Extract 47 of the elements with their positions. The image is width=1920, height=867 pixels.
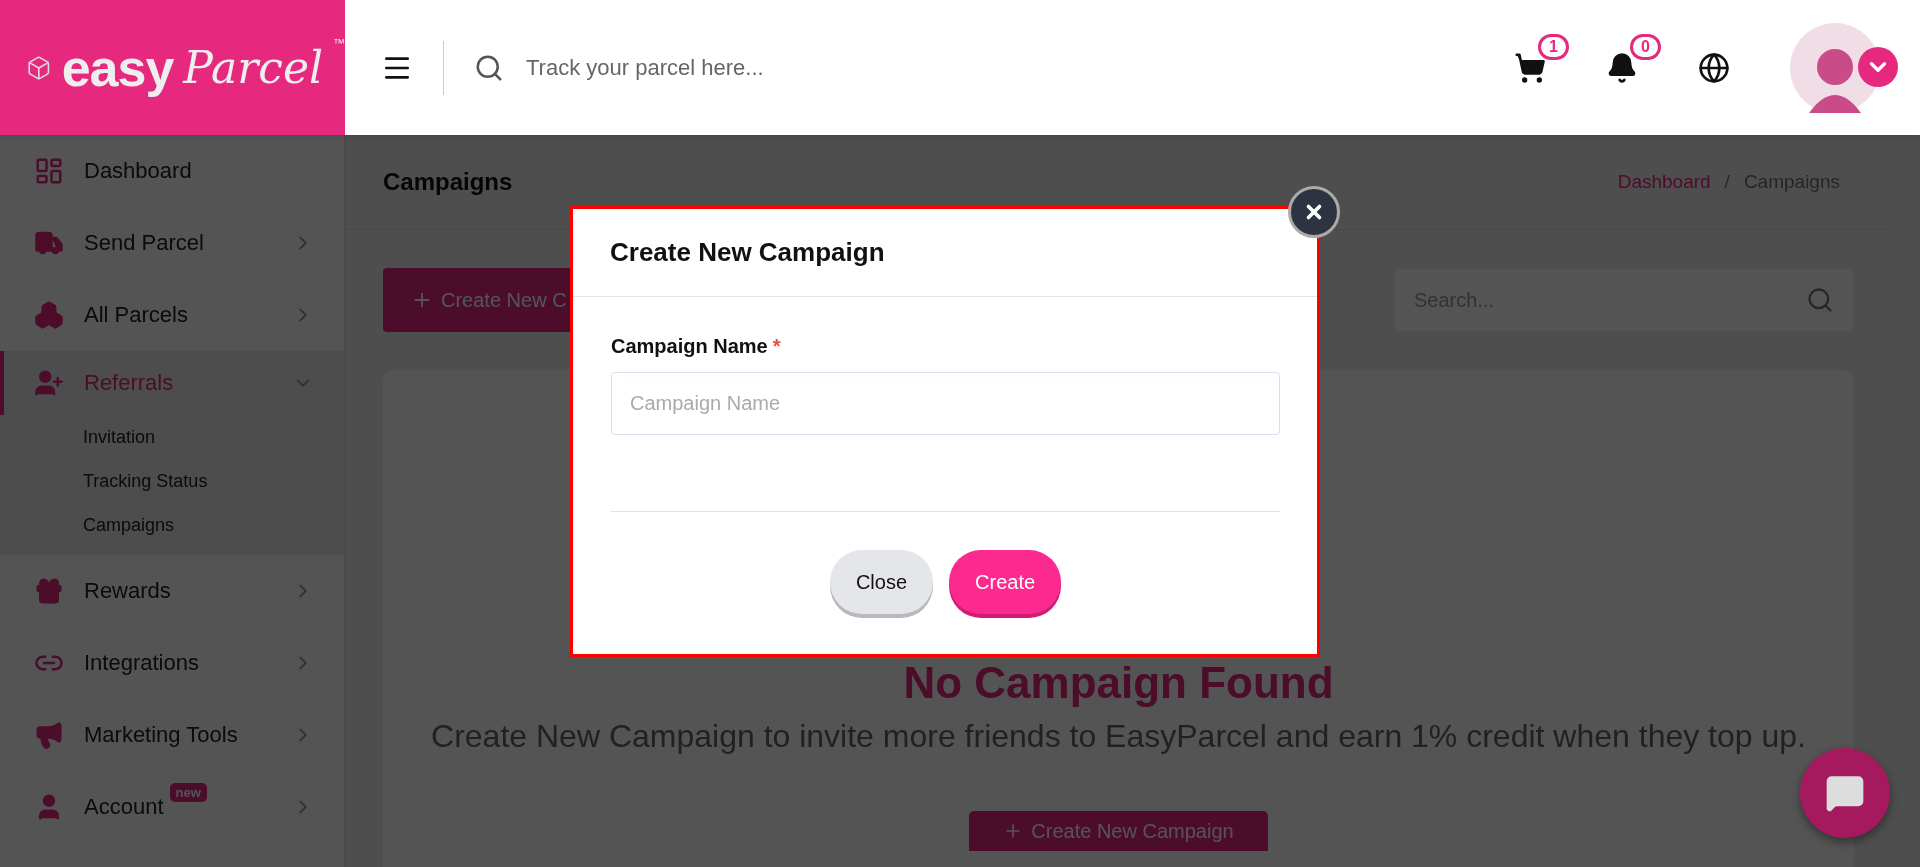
sidebar-label: Marketing Tools: [84, 722, 238, 748]
required-mark: *: [772, 335, 781, 358]
track-parcel-field[interactable]: Track your parcel here...: [524, 53, 1124, 82]
page-title: Campaigns: [383, 168, 513, 196]
boxes-icon: [34, 300, 64, 330]
sidebar-subitem[interactable]: Campaigns: [0, 503, 344, 547]
search-icon: [1806, 286, 1834, 314]
sidebar-label: Integrations: [84, 650, 199, 676]
gift-icon: [34, 576, 64, 606]
sidebar-item[interactable]: Dashboard: [0, 135, 344, 207]
language-button[interactable]: [1698, 51, 1730, 84]
field-label: Campaign Name: [611, 335, 768, 358]
trademark-mark: ™: [333, 36, 345, 50]
empty-state-title: No Campaign Found: [903, 658, 1334, 708]
user-plus-icon: [34, 368, 64, 398]
profile-menu-button[interactable]: [1858, 46, 1898, 87]
modal-title: Create New Campaign: [610, 237, 885, 268]
cart-button[interactable]: [1514, 51, 1546, 84]
sidebar-item[interactable]: Marketing Tools: [0, 699, 344, 771]
campaign-name-field[interactable]: Campaign Name: [611, 372, 1280, 435]
megaphone-icon: [34, 720, 64, 750]
notification-count: 0: [1630, 33, 1661, 60]
sidebar-label: Dashboard: [84, 158, 192, 184]
sidebar-item[interactable]: Rewards: [0, 555, 344, 627]
sidebar-label: Rewards: [84, 578, 171, 604]
sidebar-item[interactable]: Send Parcel: [0, 207, 344, 279]
sidebar-item[interactable]: Account new: [0, 771, 344, 843]
sidebar-label: All Parcels: [84, 302, 188, 328]
breadcrumb-item[interactable]: Dashboard: [1617, 171, 1711, 193]
breadcrumb-separator: /: [1724, 171, 1730, 193]
logo-text: easy: [61, 37, 174, 98]
new-badge: new: [169, 783, 207, 802]
sidebar-item[interactable]: All Parcels: [0, 279, 344, 351]
notifications-button[interactable]: [1606, 51, 1638, 84]
sidebar-label: Account: [84, 794, 164, 820]
create-campaign-button[interactable]: Create New Campaign: [969, 811, 1268, 851]
sidebar-subitem[interactable]: Invitation: [0, 415, 344, 459]
sidebar-subitem[interactable]: Tracking Status: [0, 459, 344, 503]
sidebar-label: Send Parcel: [84, 230, 204, 256]
sidebar-item[interactable]: Referrals: [0, 351, 344, 415]
sidebar-item[interactable]: Integrations: [0, 627, 344, 699]
chat-icon: [1825, 773, 1865, 813]
sidebar-label: Referrals: [84, 370, 174, 396]
create-campaign-button[interactable]: Create New C: [383, 268, 571, 332]
dashboard-icon: [34, 156, 64, 186]
cart-count: 1: [1538, 33, 1569, 60]
logo-text: Parcel: [183, 42, 323, 93]
